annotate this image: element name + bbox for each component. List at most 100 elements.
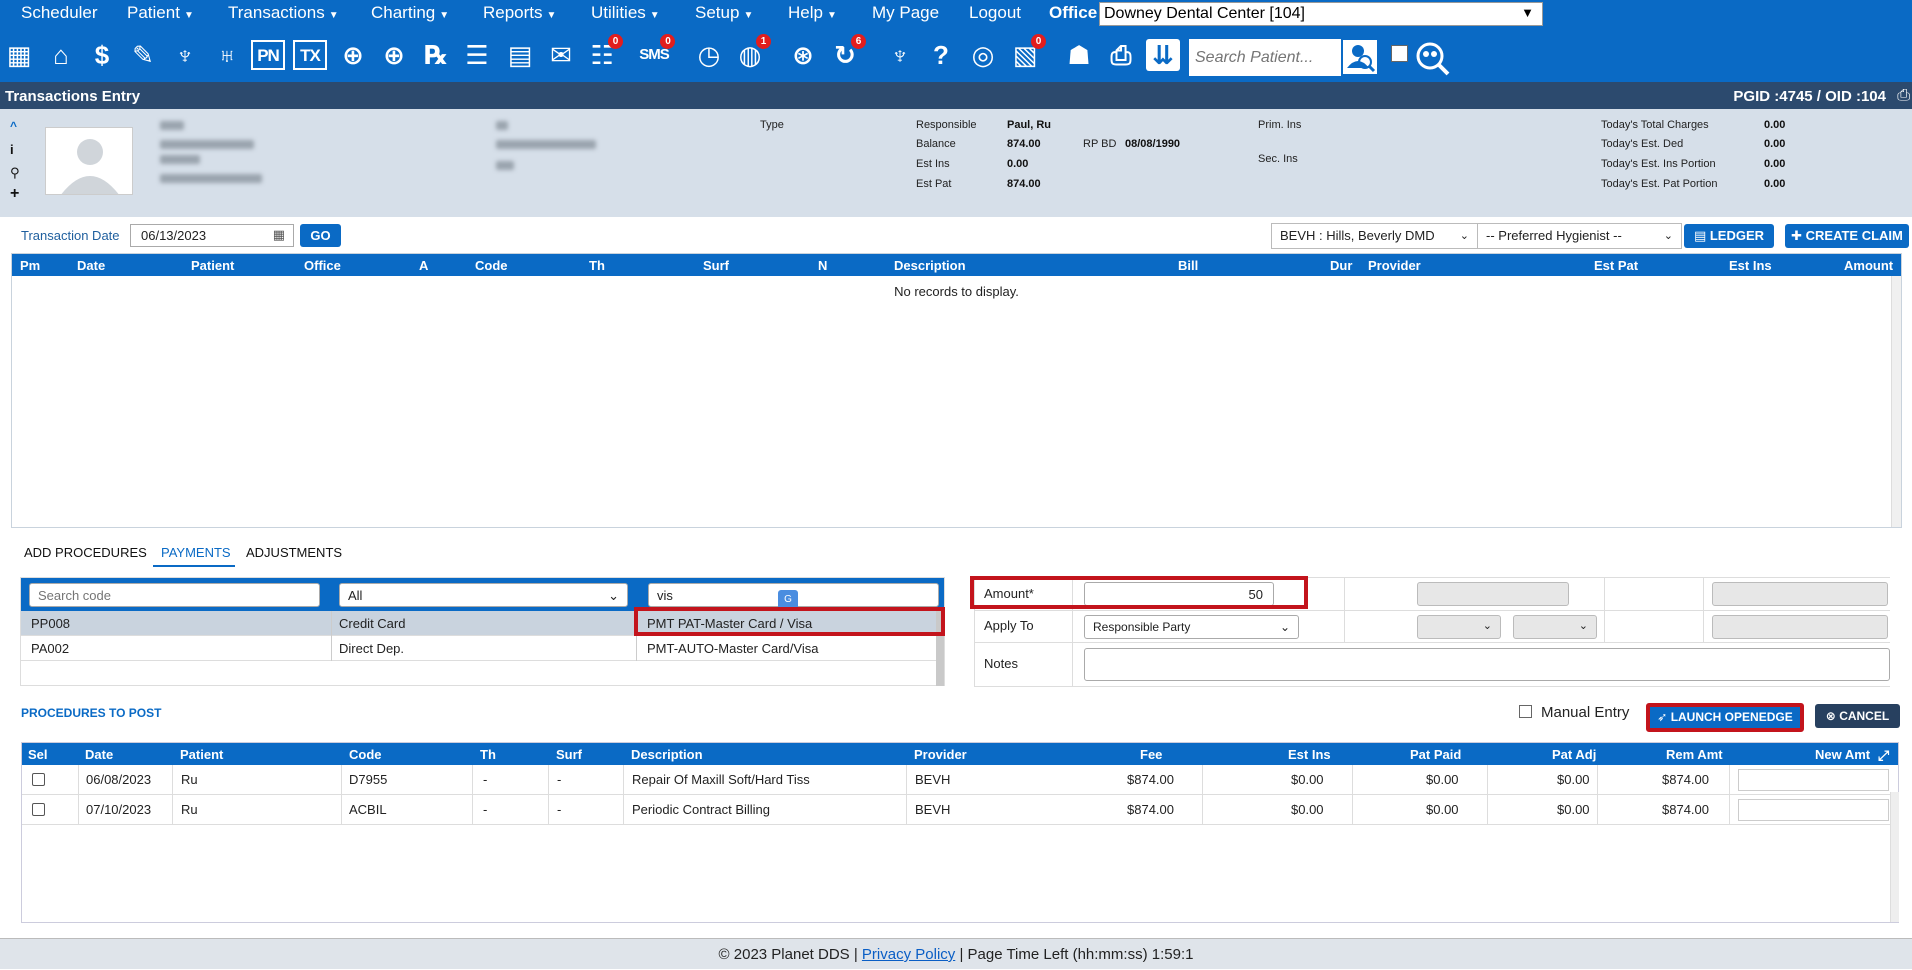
recall-icon[interactable]: ↻ 6 xyxy=(828,34,866,72)
mail-icon[interactable]: ✉ xyxy=(544,38,578,72)
menu-logout[interactable]: Logout xyxy=(969,3,1021,23)
dollar-icon[interactable]: $ xyxy=(85,38,119,72)
col-patient[interactable]: Patient xyxy=(191,258,234,273)
tooth-chart-icon[interactable]: ♆ xyxy=(883,38,917,72)
search-patient-input[interactable] xyxy=(1189,39,1341,76)
col-est-pat[interactable]: Est Pat xyxy=(1594,258,1638,273)
globe-user-icon[interactable]: ◍ 1 xyxy=(733,34,771,72)
menu-help[interactable]: Help ▼ xyxy=(788,3,837,23)
col-surf[interactable]: Surf xyxy=(556,747,582,762)
menu-patient[interactable]: Patient ▼ xyxy=(127,3,194,23)
plus-icon[interactable]: + xyxy=(10,185,19,203)
apply-to-select[interactable]: Responsible Party ⌄ xyxy=(1084,615,1299,639)
col-th[interactable]: Th xyxy=(589,258,605,273)
cancel-button[interactable]: ⊗ CANCEL xyxy=(1815,704,1900,728)
code-type-filter-select[interactable]: All ⌄ xyxy=(339,583,628,607)
menu-transactions[interactable]: Transactions ▼ xyxy=(228,3,339,23)
col-pat-adj[interactable]: Pat Adj xyxy=(1552,747,1596,762)
select-checkbox[interactable] xyxy=(32,803,45,816)
privacy-policy-link[interactable]: Privacy Policy xyxy=(862,946,955,963)
tab-add-procedures[interactable]: ADD PROCEDURES xyxy=(24,545,147,560)
menu-setup[interactable]: Setup ▼ xyxy=(695,3,753,23)
sms-icon[interactable]: SMS 0 xyxy=(637,34,675,72)
home-icon[interactable]: ⌂ xyxy=(44,38,78,72)
menu-utilities[interactable]: Utilities ▼ xyxy=(591,3,660,23)
treatment-icon[interactable]: TX xyxy=(293,40,327,70)
col-sel[interactable]: Sel xyxy=(28,747,48,762)
col-est-ins[interactable]: Est Ins xyxy=(1729,258,1772,273)
create-claim-button[interactable]: ✚ CREATE CLAIM xyxy=(1785,224,1909,248)
col-n[interactable]: N xyxy=(818,258,827,273)
grid-scrollbar[interactable] xyxy=(1891,276,1901,527)
transaction-date-input[interactable]: 06/13/2023 ▦ xyxy=(130,224,294,247)
paperclip-icon[interactable]: ⚲ xyxy=(10,165,20,181)
col-amount[interactable]: Amount xyxy=(1844,258,1893,273)
toolbar-checkbox[interactable] xyxy=(1391,45,1408,62)
expand-icon[interactable]: ⤢ xyxy=(1878,747,1889,764)
tooth-icon[interactable]: ♆ xyxy=(168,38,202,72)
print-icon[interactable]: ⎙ xyxy=(1104,38,1138,72)
notes-icon[interactable]: ☰ xyxy=(460,38,494,72)
info-icon[interactable]: i xyxy=(10,142,14,157)
col-provider[interactable]: Provider xyxy=(914,747,967,762)
col-code[interactable]: Code xyxy=(349,747,382,762)
web-icon[interactable]: ◎ xyxy=(966,38,1000,72)
col-rem-amt[interactable]: Rem Amt xyxy=(1666,747,1723,762)
help-tooth-icon[interactable]: ? xyxy=(924,38,958,72)
forms-icon[interactable]: ▧ 0 xyxy=(1008,34,1046,72)
col-office[interactable]: Office xyxy=(304,258,341,273)
col-th[interactable]: Th xyxy=(480,747,496,762)
menu-charting[interactable]: Charting ▼ xyxy=(371,3,449,23)
go-button[interactable]: GO xyxy=(300,224,341,247)
launch-openedge-button[interactable]: ➶ LAUNCH OPENEDGE xyxy=(1646,703,1804,732)
col-a[interactable]: A xyxy=(419,258,428,273)
col-patient[interactable]: Patient xyxy=(180,747,223,762)
table-row[interactable]: 07/10/2023 Ru ACBIL - - Periodic Contrac… xyxy=(22,795,1898,825)
search-code-input[interactable] xyxy=(29,583,320,607)
select-checkbox[interactable] xyxy=(32,773,45,786)
col-bill[interactable]: Bill xyxy=(1178,258,1198,273)
add-patient-icon[interactable]: ⊕ xyxy=(336,38,370,72)
menu-scheduler[interactable]: Scheduler xyxy=(21,3,98,23)
search-patient-button[interactable] xyxy=(1341,38,1379,76)
col-description[interactable]: Description xyxy=(894,258,966,273)
col-description[interactable]: Description xyxy=(631,747,703,762)
add-family-icon[interactable]: ⊕ xyxy=(377,38,411,72)
col-new-amt[interactable]: New Amt xyxy=(1815,747,1870,762)
expand-down-icon[interactable]: ⇊ xyxy=(1146,39,1180,71)
clock-icon[interactable]: ◷ xyxy=(692,38,726,72)
table-row[interactable]: 06/08/2023 Ru D7955 - - Repair Of Maxill… xyxy=(22,765,1898,795)
office-select[interactable]: Downey Dental Center [104] ▼ xyxy=(1099,2,1543,26)
payment-code-row[interactable]: PA002 Direct Dep. PMT-AUTO-Master Card/V… xyxy=(21,636,938,661)
col-pm[interactable]: Pm xyxy=(20,258,40,273)
edit-icon[interactable]: ✎ xyxy=(126,38,160,72)
col-est-ins[interactable]: Est Ins xyxy=(1288,747,1331,762)
col-code[interactable]: Code xyxy=(475,258,508,273)
group-search-icon[interactable] xyxy=(1413,40,1453,76)
tab-payments[interactable]: PAYMENTS xyxy=(161,545,231,560)
manual-entry-checkbox[interactable] xyxy=(1519,705,1532,718)
messages-icon[interactable]: ☷ 0 xyxy=(585,34,623,72)
new-amount-input[interactable] xyxy=(1738,769,1889,791)
menu-reports[interactable]: Reports ▼ xyxy=(483,3,556,23)
print-icon[interactable]: ⎙ xyxy=(1897,87,1910,105)
col-date[interactable]: Date xyxy=(77,258,105,273)
col-date[interactable]: Date xyxy=(85,747,113,762)
col-dur[interactable]: Dur xyxy=(1330,258,1352,273)
new-amount-input[interactable] xyxy=(1738,799,1889,821)
network-icon[interactable]: ⊛ xyxy=(786,38,820,72)
document-icon[interactable]: ▤ xyxy=(503,38,537,72)
col-fee[interactable]: Fee xyxy=(1140,747,1162,762)
progress-notes-icon[interactable]: PN xyxy=(251,40,285,70)
calendar-icon[interactable]: ▦ xyxy=(273,227,285,243)
calendar-icon[interactable]: ▦ xyxy=(2,38,36,72)
implant-icon[interactable]: ♅ xyxy=(210,38,244,72)
prescription-icon[interactable]: ℞ xyxy=(419,38,453,72)
menu-my-page[interactable]: My Page xyxy=(872,3,939,23)
col-provider[interactable]: Provider xyxy=(1368,258,1421,273)
tab-adjustments[interactable]: ADJUSTMENTS xyxy=(246,545,342,560)
col-surf[interactable]: Surf xyxy=(703,258,729,273)
ledger-button[interactable]: ▤ LEDGER xyxy=(1684,224,1774,248)
hygienist-select[interactable]: -- Preferred Hygienist -- ⌄ xyxy=(1477,223,1682,249)
notes-input[interactable] xyxy=(1084,648,1890,681)
